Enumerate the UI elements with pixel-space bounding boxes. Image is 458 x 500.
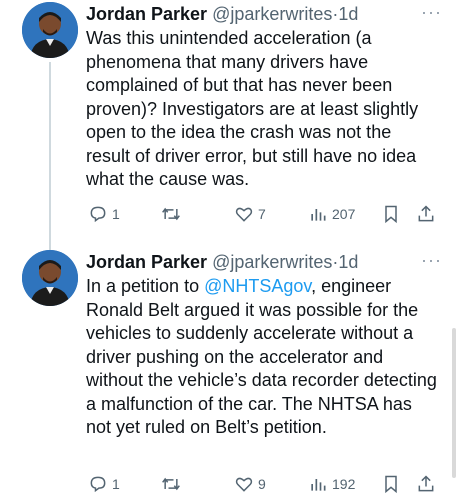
tweet-1[interactable]: Jordan Parker @jparkerwrites·1d ··· Was … [0, 2, 458, 230]
views-icon [311, 209, 326, 221]
bookmark-icon [385, 205, 397, 224]
like-button[interactable]: 9 [234, 472, 266, 496]
share-button[interactable] [416, 472, 436, 496]
author-name[interactable]: Jordan Parker [86, 252, 207, 272]
views-button[interactable]: 192 [308, 472, 355, 496]
reply-icon [90, 206, 106, 223]
tweet-text-part: In a petition to [86, 276, 205, 296]
more-icon[interactable]: ··· [421, 2, 442, 23]
avatar[interactable] [22, 250, 78, 306]
like-count: 9 [258, 476, 266, 492]
tweet-time[interactable]: 1d [338, 4, 358, 24]
like-icon [235, 207, 253, 222]
reply-button[interactable]: 1 [88, 202, 120, 226]
views-icon [311, 479, 326, 491]
reply-icon [90, 476, 106, 493]
tweet-text: In a petition to @NHTSAgov, engineer Ron… [86, 275, 440, 440]
tweet-2[interactable]: Jordan Parker @jparkerwrites·1d ··· In a… [0, 250, 458, 498]
tweet-actions: 1 7 207 [86, 202, 440, 226]
tweet-header: Jordan Parker @jparkerwrites·1d [86, 2, 440, 26]
like-button[interactable]: 7 [234, 202, 266, 226]
author-handle[interactable]: @jparkerwrites [212, 4, 332, 24]
tweet-time[interactable]: 1d [338, 252, 358, 272]
retweet-icon [162, 477, 180, 491]
like-icon [235, 477, 253, 492]
retweet-icon [162, 207, 180, 221]
bookmark-icon [385, 475, 397, 494]
author-handle[interactable]: @jparkerwrites [212, 252, 332, 272]
retweet-button[interactable] [160, 472, 186, 496]
tweet-text: Was this unintended acceleration (a phen… [86, 28, 419, 189]
reply-count: 1 [112, 476, 120, 492]
avatar[interactable] [22, 2, 78, 58]
author-name[interactable]: Jordan Parker [86, 4, 207, 24]
share-button[interactable] [416, 202, 436, 226]
share-icon [418, 475, 434, 492]
tweet-text-part: , engineer Ronald Belt argued it was pos… [86, 276, 437, 437]
more-icon[interactable]: ··· [421, 250, 442, 271]
scrollbar[interactable] [452, 328, 456, 478]
retweet-button[interactable] [160, 202, 186, 226]
tweet-actions: 1 9 192 [86, 472, 440, 496]
reply-button[interactable]: 1 [88, 472, 120, 496]
reply-count: 1 [112, 206, 120, 222]
bookmark-button[interactable] [382, 472, 400, 496]
bookmark-button[interactable] [382, 202, 400, 226]
views-count: 207 [332, 206, 356, 222]
share-icon [418, 205, 434, 222]
views-button[interactable]: 207 [308, 202, 355, 226]
like-count: 7 [258, 206, 266, 222]
tweet-header: Jordan Parker @jparkerwrites·1d [86, 250, 440, 274]
views-count: 192 [332, 476, 356, 492]
mention-link[interactable]: @NHTSAgov [204, 276, 311, 296]
